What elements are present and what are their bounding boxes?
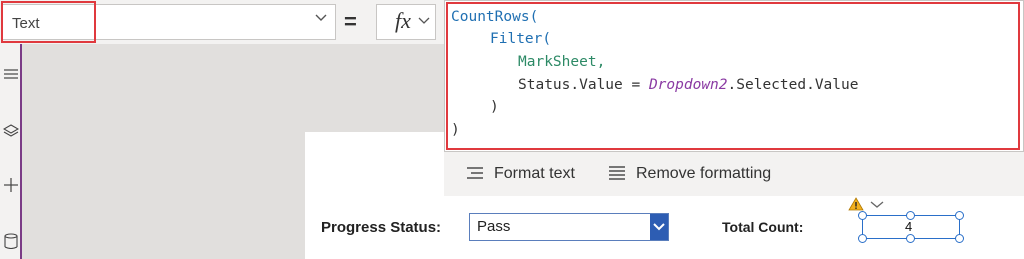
fx-icon: fx <box>395 8 411 33</box>
resize-handle[interactable] <box>955 211 964 220</box>
editor-highlight-box <box>446 2 1020 150</box>
plus-icon[interactable] <box>3 177 19 193</box>
chevron-down-icon <box>653 223 665 231</box>
equals-sign: = <box>344 9 357 34</box>
layers-icon[interactable] <box>3 123 19 139</box>
resize-handle[interactable] <box>955 234 964 243</box>
remove-formatting-icon <box>609 166 625 180</box>
dropdown-selected-value: Pass <box>477 218 511 235</box>
progress-status-label: Progress Status: <box>321 219 442 236</box>
database-icon[interactable] <box>3 233 19 249</box>
total-count-value: 4 <box>905 219 913 234</box>
dropdown-toggle[interactable] <box>650 214 668 240</box>
chevron-down-icon[interactable] <box>314 11 328 25</box>
hamburger-icon[interactable] <box>3 66 19 82</box>
format-text-button[interactable]: Format text <box>464 162 590 186</box>
format-text-icon <box>467 167 483 179</box>
total-count-label: Total Count: <box>722 219 804 235</box>
chevron-down-icon[interactable] <box>870 200 884 209</box>
resize-handle[interactable] <box>906 211 915 220</box>
chevron-down-icon[interactable] <box>418 15 430 27</box>
property-highlight-box <box>1 1 96 43</box>
remove-formatting-label: Remove formatting <box>636 165 772 182</box>
warning-icon[interactable] <box>848 197 864 211</box>
resize-handle[interactable] <box>858 211 867 220</box>
resize-handle[interactable] <box>906 234 915 243</box>
format-text-label: Format text <box>494 165 575 182</box>
remove-formatting-button[interactable]: Remove formatting <box>606 162 776 186</box>
canvas-background-left <box>22 132 305 259</box>
resize-handle[interactable] <box>858 234 867 243</box>
